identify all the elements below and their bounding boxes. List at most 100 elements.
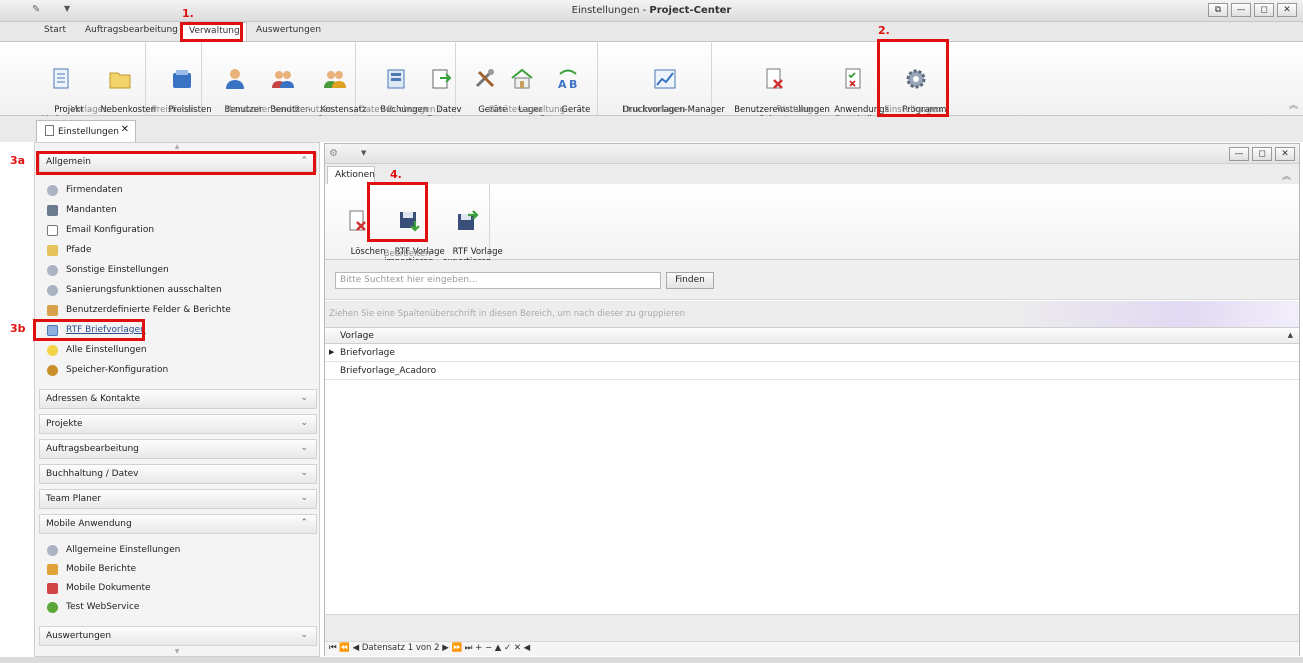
window-close-button[interactable]: ✕ <box>1277 3 1297 17</box>
annotation-label-1: 1. <box>182 7 194 20</box>
tab-start[interactable]: Start <box>44 25 66 35</box>
grid-header[interactable]: Vorlage ▲ <box>325 327 1299 344</box>
grid-footer <box>325 614 1299 642</box>
inner-title-bar: ⚙ ▼ — ◻ ✕ <box>325 144 1299 164</box>
annotation-box-3a <box>36 151 316 175</box>
inner-close-button[interactable]: ✕ <box>1275 147 1295 161</box>
doc-tab-close-icon[interactable]: ✕ <box>121 124 129 135</box>
nav-item-firmendaten[interactable]: Firmendaten <box>47 181 123 199</box>
lightbulb-icon <box>47 344 58 356</box>
section-adressen-kontakte[interactable]: Adressen & Kontakte ⌄ <box>39 389 317 409</box>
group-datev: Buchungen Datev Export Datev Buchungen /… <box>356 42 462 125</box>
document-list-icon <box>53 68 69 89</box>
inner-ribbon-collapse-icon[interactable]: ︽ <box>1282 169 1291 182</box>
envelope-icon <box>47 224 58 236</box>
inner-app-icon[interactable]: ⚙ <box>329 148 338 159</box>
chevron-down-icon: ⌄ <box>300 493 308 503</box>
chevron-down-icon: ⌄ <box>300 630 308 640</box>
section-projekte[interactable]: Projekte ⌄ <box>39 414 317 434</box>
document-icon <box>45 125 54 136</box>
building-icon <box>47 204 58 216</box>
row-indicator-icon: ▶ <box>329 348 335 356</box>
section-auftragsbearbeitung[interactable]: Auftragsbearbeitung ⌄ <box>39 439 317 459</box>
doc-tab-einstellungen[interactable]: Einstellungen ✕ <box>36 120 136 142</box>
globe-icon <box>47 601 58 613</box>
folder-path-icon <box>47 244 58 256</box>
nav-item-email-konfiguration[interactable]: Email Konfiguration <box>47 221 154 239</box>
ribbon: Projekt Vorlagen Nebenkosten Vorlagen Pr… <box>0 41 1303 125</box>
table-row[interactable]: ▶ Briefvorlage <box>325 344 1299 362</box>
search-bar: Bitte Suchtext hier eingeben... Finden <box>325 260 1299 300</box>
svg-text:A: A <box>558 78 567 91</box>
group-druckvorlagen: Druckvorlagen-Manager Druckvorlagen <box>598 42 725 116</box>
chevron-down-icon: ⌄ <box>300 393 308 403</box>
inner-maximize-button[interactable]: ◻ <box>1252 147 1272 161</box>
svg-text:B: B <box>569 78 577 91</box>
settings-navigation-panel: ▲ Allgemein ⌃ Firmendaten Mandanten Email… <box>34 142 320 657</box>
nav-item-test-webservice[interactable]: Test WebService <box>47 598 139 616</box>
document-tabs: Einstellungen ✕ <box>0 116 1303 142</box>
annotation-label-3b: 3b <box>10 322 26 335</box>
group-wartung: Benutzereinstellungen zurücksetzen Anwen… <box>712 42 889 125</box>
user-icon <box>226 69 245 89</box>
search-input[interactable]: Bitte Suchtext hier eingeben... <box>335 272 661 289</box>
ribbon-collapse-icon[interactable]: ︽ <box>1289 98 1298 111</box>
group-by-area[interactable]: Ziehen Sie eine Spaltenüberschrift in di… <box>325 301 1299 327</box>
annotation-label-2: 2. <box>878 24 890 37</box>
nav-item-sanierungsfunktionen[interactable]: Sanierungsfunktionen ausschalten <box>47 281 222 299</box>
nav-item-benutzerdefinierte-felder[interactable]: Benutzerdefinierte Felder & Berichte <box>47 301 231 319</box>
group-mandanten-benutzer: Benutzer Benutzer- gruppen Kostensatz Gr… <box>202 42 366 125</box>
window-maximize-button[interactable]: ◻ <box>1254 3 1274 17</box>
chevron-down-icon: ⌄ <box>300 443 308 453</box>
nav-item-allgemeine-einstellungen[interactable]: Allgemeine Einstellungen <box>47 541 180 559</box>
section-mobile-anwendung[interactable]: Mobile Anwendung ⌃ <box>39 514 317 534</box>
annotation-label-4: 4. <box>390 168 402 181</box>
inner-ribbon: Löschen RTF Vorlage importieren RTF Vorl… <box>325 184 1299 267</box>
nav-item-mobile-dokumente[interactable]: Mobile Dokumente <box>47 579 151 597</box>
warehouse-icon <box>511 68 533 89</box>
annotation-box-1 <box>180 22 243 42</box>
scroll-down-icon[interactable]: ▼ <box>35 648 319 656</box>
inner-minimize-button[interactable]: — <box>1229 147 1249 161</box>
group-preislisten: Preislisten Preislisten <box>146 42 212 116</box>
group-vorlagen: Projekt Vorlagen Nebenkosten Vorlagen <box>34 42 156 125</box>
column-header-vorlage[interactable]: Vorlage <box>340 331 374 341</box>
report-icon <box>47 563 58 575</box>
tab-auswertungen[interactable]: Auswertungen <box>256 25 321 35</box>
section-auswertungen[interactable]: Auswertungen ⌄ <box>39 626 317 646</box>
tab-auftragsbearbeitung[interactable]: Auftragsbearbeitung <box>85 25 178 35</box>
save-export-icon <box>457 210 479 230</box>
table-row[interactable]: Briefvorlage_Acadoro <box>325 362 1299 380</box>
nav-item-sonstige-einstellungen[interactable]: Sonstige Einstellungen <box>47 261 169 279</box>
section-buchhaltung-datev[interactable]: Buchhaltung / Datev ⌄ <box>39 464 317 484</box>
transfer-ab-icon: AB <box>558 69 577 91</box>
group-geraeteverwaltung: Geräte Lager AB Geräte Bewegungen Geräte… <box>456 42 598 125</box>
window-restore-button[interactable]: ⧉ <box>1208 3 1228 17</box>
chevron-down-icon: ⌄ <box>300 418 308 428</box>
data-navigator[interactable]: ⏮ ⏪ ◀ Datensatz 1 von 2 ▶ ⏩ ⏭ + − ▲ ✓ ✕ … <box>325 641 1299 656</box>
pdf-document-icon <box>47 582 58 594</box>
user-group-cost-icon <box>324 71 347 88</box>
annotation-label-3a: 3a <box>10 154 26 167</box>
nav-item-mandanten[interactable]: Mandanten <box>47 201 117 219</box>
gear-icon <box>47 264 58 276</box>
inner-ribbon-tabs: Aktionen ︽ <box>325 164 1299 184</box>
section-team-planer[interactable]: Team Planer ⌄ <box>39 489 317 509</box>
storage-icon <box>47 364 58 376</box>
nav-item-speicher-konfiguration[interactable]: Speicher-Konfiguration <box>47 361 168 379</box>
rtf-templates-window: ⚙ ▼ — ◻ ✕ Aktionen ︽ Löschen RTF Vorlage… <box>324 143 1300 656</box>
sort-ascending-icon: ▲ <box>1287 331 1293 339</box>
annotation-box-4 <box>367 182 428 242</box>
folder-icon <box>109 72 131 89</box>
gear-icon <box>47 184 58 196</box>
chart-template-icon <box>654 69 676 89</box>
nav-item-alle-einstellungen[interactable]: Alle Einstellungen <box>47 341 147 359</box>
window-minimize-button[interactable]: — <box>1231 3 1251 17</box>
finden-button[interactable]: Finden <box>666 272 714 289</box>
nav-item-mobile-berichte[interactable]: Mobile Berichte <box>47 560 136 578</box>
window-title: Einstellungen - Project-Center <box>571 5 732 16</box>
annotation-box-2 <box>877 39 949 117</box>
inner-quick-access-icon[interactable]: ▼ <box>361 149 366 157</box>
export-icon <box>432 69 452 89</box>
nav-item-pfade[interactable]: Pfade <box>47 241 91 259</box>
